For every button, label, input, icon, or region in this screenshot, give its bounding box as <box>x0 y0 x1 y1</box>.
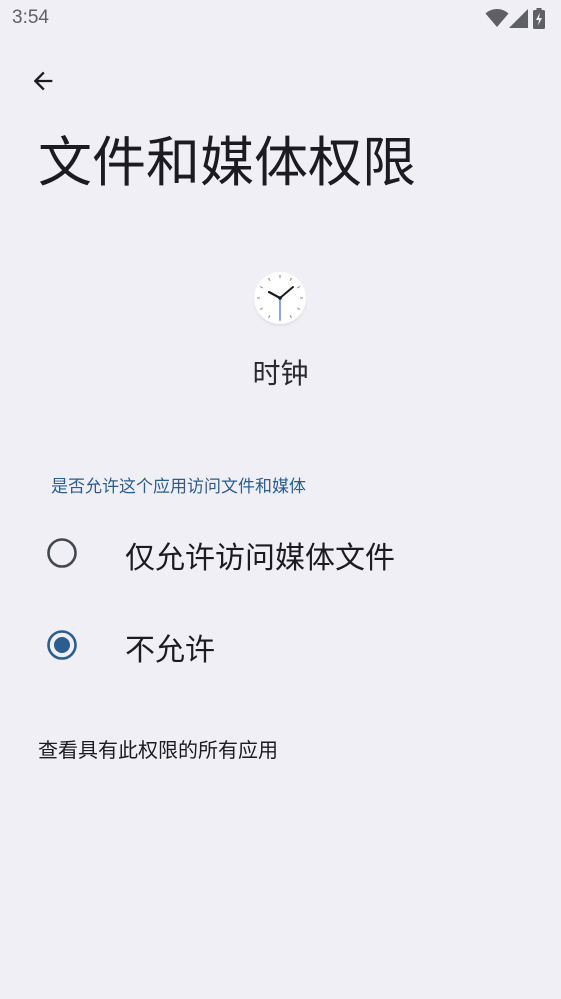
option-label: 不允许 <box>125 633 215 668</box>
page-title: 文件和媒体权限 <box>38 131 416 194</box>
option-deny[interactable]: 不允许 <box>0 605 561 685</box>
permission-section-label: 是否允许这个应用访问文件和媒体 <box>51 477 306 497</box>
view-all-apps-link[interactable]: 查看具有此权限的所有应用 <box>38 734 278 763</box>
clock-icon <box>251 269 309 328</box>
app-name: 时钟 <box>252 357 309 390</box>
back-button[interactable] <box>22 60 64 102</box>
option-media-only[interactable]: 仅允许访问媒体文件 <box>0 513 561 593</box>
battery-charging-icon <box>533 8 545 29</box>
radio-checked-icon[interactable] <box>46 629 78 661</box>
radio-unchecked-icon[interactable] <box>46 537 78 569</box>
status-bar: 3:54 <box>0 0 561 40</box>
arrow-back-icon <box>33 71 53 91</box>
status-time: 3:54 <box>12 7 49 28</box>
option-label: 仅允许访问媒体文件 <box>125 541 395 576</box>
cellular-signal-icon <box>509 9 528 28</box>
wifi-icon <box>485 9 509 27</box>
